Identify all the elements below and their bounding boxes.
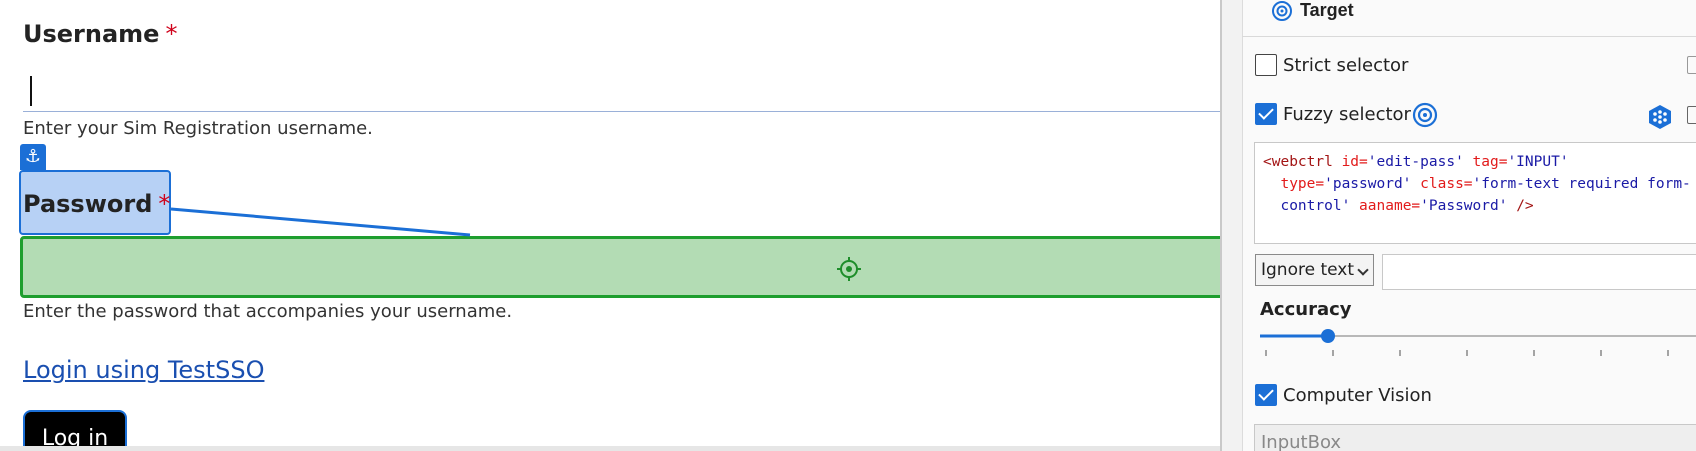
- strict-selector-label: Strict selector: [1283, 55, 1409, 76]
- username-label: Username *: [23, 20, 178, 48]
- computer-vision-label: Computer Vision: [1283, 385, 1432, 406]
- target-icon: [1272, 1, 1292, 21]
- copy-icon[interactable]: [1687, 106, 1696, 124]
- cv-element-type-field[interactable]: InputBox: [1254, 424, 1696, 451]
- login-sso-link[interactable]: Login using TestSSO: [23, 356, 264, 384]
- ignore-text-dropdown[interactable]: Ignore text: [1255, 254, 1374, 286]
- password-input[interactable]: [20, 236, 1220, 298]
- cube-icon[interactable]: [1647, 104, 1673, 130]
- ignore-text-input[interactable]: [1382, 254, 1696, 290]
- crosshair-icon: [837, 257, 861, 281]
- anchor-icon[interactable]: ⚓: [20, 144, 46, 170]
- divider: [0, 446, 1220, 451]
- selector-editor[interactable]: <webctrl id='edit-pass' tag='INPUT' type…: [1254, 142, 1696, 244]
- username-help-text: Enter your Sim Registration username.: [23, 118, 373, 139]
- strict-selector-checkbox[interactable]: [1255, 54, 1277, 76]
- divider: [1242, 36, 1696, 37]
- web-page: Username * Enter your Sim Registration us…: [0, 0, 1220, 451]
- computer-vision-checkbox[interactable]: [1255, 384, 1277, 406]
- accuracy-label: Accuracy: [1260, 299, 1352, 320]
- ignore-text-value: Ignore text: [1261, 260, 1355, 280]
- target-title: Target: [1300, 0, 1354, 20]
- fuzzy-selector-label: Fuzzy selector: [1283, 104, 1411, 125]
- required-mark: *: [158, 190, 171, 218]
- required-mark: *: [165, 20, 178, 48]
- text-caret: [30, 76, 32, 106]
- login-button[interactable]: Log in: [23, 410, 127, 451]
- fuzzy-selector-checkbox[interactable]: [1255, 103, 1277, 125]
- slider-thumb: [1321, 329, 1335, 343]
- password-help-text: Enter the password that accompanies your…: [23, 301, 513, 322]
- copy-icon[interactable]: [1687, 56, 1696, 74]
- accuracy-slider[interactable]: [1260, 328, 1696, 368]
- chevron-down-icon: [1357, 264, 1369, 276]
- password-label: Password *: [23, 190, 171, 218]
- target-icon[interactable]: [1412, 102, 1438, 128]
- slider-ticks: [1265, 350, 1669, 356]
- username-input[interactable]: [23, 68, 1220, 112]
